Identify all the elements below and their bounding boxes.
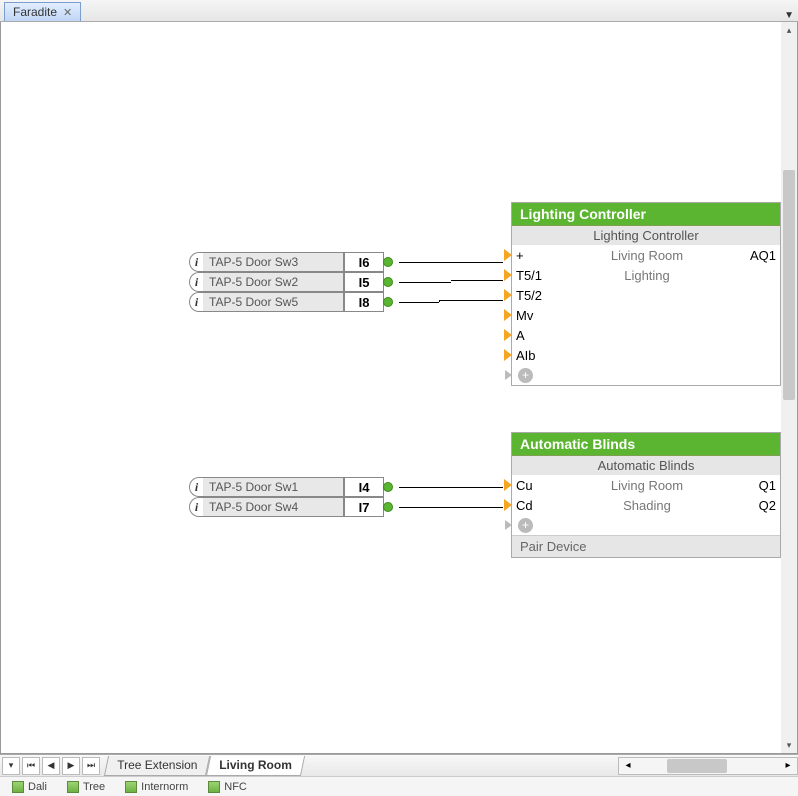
output-dot-icon <box>383 502 393 512</box>
scroll-left-icon[interactable]: ◂ <box>619 760 637 771</box>
nav-last-icon[interactable]: ⏭ <box>82 757 100 775</box>
io-tag-port: I5 <box>344 272 384 292</box>
scroll-up-icon[interactable]: ▴ <box>781 22 797 38</box>
bottom-item-nfc[interactable]: NFC <box>200 780 255 794</box>
block-info: Lighting <box>550 268 744 283</box>
io-tag-port: I4 <box>344 477 384 497</box>
bottom-item-internorm[interactable]: Internorm <box>117 780 196 794</box>
io-tag-port: I7 <box>344 497 384 517</box>
io-tag-port: I8 <box>344 292 384 312</box>
module-icon <box>67 781 79 793</box>
sheet-tab-living-room[interactable]: Living Room <box>206 756 305 776</box>
plus-icon[interactable]: + <box>518 368 533 383</box>
block-subtitle: Automatic Blinds <box>512 456 780 475</box>
diagram-canvas[interactable]: i TAP-5 Door Sw3 I6 i TAP-5 Door Sw2 I5 … <box>1 22 797 753</box>
output-port[interactable]: AQ1 <box>744 248 780 263</box>
io-tag-port: I6 <box>344 252 384 272</box>
wire <box>399 262 503 263</box>
input-port-expand-icon[interactable] <box>505 520 512 530</box>
output-dot-icon <box>383 482 393 492</box>
vertical-scrollbar[interactable]: ▴ ▾ <box>781 22 797 753</box>
nav-first-icon[interactable]: ⏮ <box>22 757 40 775</box>
horizontal-scrollbar[interactable]: ◂ ▸ <box>618 757 798 775</box>
block-title: Lighting Controller <box>512 203 780 226</box>
block-title: Automatic Blinds <box>512 433 780 456</box>
wire <box>399 487 503 488</box>
io-tag[interactable]: i TAP-5 Door Sw4 I7 <box>189 497 393 517</box>
plus-icon[interactable]: + <box>518 518 533 533</box>
nav-prev-icon[interactable]: ◀ <box>42 757 60 775</box>
close-icon[interactable]: ✕ <box>63 6 72 19</box>
io-tag-label: TAP-5 Door Sw2 <box>203 272 343 292</box>
info-icon[interactable]: i <box>189 272 203 292</box>
port-label: AIb <box>510 348 550 363</box>
io-tag-label: TAP-5 Door Sw4 <box>203 497 343 517</box>
port-label: Cu <box>510 478 550 493</box>
info-icon[interactable]: i <box>189 477 203 497</box>
port-label: + <box>510 248 550 263</box>
lighting-controller-block[interactable]: Lighting Controller Lighting Controller … <box>511 202 781 386</box>
io-tag-label: TAP-5 Door Sw5 <box>203 292 343 312</box>
info-icon[interactable]: i <box>189 497 203 517</box>
scroll-right-icon[interactable]: ▸ <box>779 760 797 771</box>
info-icon[interactable]: i <box>189 292 203 312</box>
automatic-blinds-block[interactable]: Automatic Blinds Automatic Blinds Cu Liv… <box>511 432 781 558</box>
port-label: Mv <box>510 308 550 323</box>
port-label: T5/2 <box>510 288 550 303</box>
port-label: T5/1 <box>510 268 550 283</box>
pair-device-button[interactable]: Pair Device <box>512 535 780 557</box>
input-port-expand-icon[interactable] <box>505 370 512 380</box>
block-info: Shading <box>550 498 744 513</box>
io-tag[interactable]: i TAP-5 Door Sw1 I4 <box>189 477 393 497</box>
wire <box>399 302 439 303</box>
scroll-thumb[interactable] <box>667 759 727 773</box>
scroll-down-icon[interactable]: ▾ <box>781 737 797 753</box>
wire <box>399 507 503 508</box>
port-label: A <box>510 328 550 343</box>
nav-next-icon[interactable]: ▶ <box>62 757 80 775</box>
output-dot-icon <box>383 297 393 307</box>
io-tag[interactable]: i TAP-5 Door Sw2 I5 <box>189 272 393 292</box>
bottom-item-tree[interactable]: Tree <box>59 780 113 794</box>
output-port[interactable]: Q2 <box>744 498 780 513</box>
output-dot-icon <box>383 277 393 287</box>
tab-dropdown-icon[interactable]: ▼ <box>784 10 794 21</box>
tab-label: Faradite <box>13 5 57 19</box>
nav-dropdown-icon[interactable]: ▾ <box>2 757 20 775</box>
info-icon[interactable]: i <box>189 252 203 272</box>
wire <box>439 300 503 301</box>
sheet-nav-bar: ▾ ⏮ ◀ ▶ ⏭ Tree Extension Living Room ◂ ▸ <box>0 754 798 776</box>
scroll-thumb[interactable] <box>783 170 795 400</box>
output-port[interactable]: Q1 <box>744 478 780 493</box>
io-tag[interactable]: i TAP-5 Door Sw3 I6 <box>189 252 393 272</box>
block-subtitle: Lighting Controller <box>512 226 780 245</box>
block-info: Living Room <box>550 478 744 493</box>
sheet-tab-tree-extension[interactable]: Tree Extension <box>104 756 211 776</box>
top-tab-bar: Faradite ✕ ▼ <box>0 0 798 22</box>
module-icon <box>12 781 24 793</box>
wire <box>399 282 451 283</box>
canvas-area: i TAP-5 Door Sw3 I6 i TAP-5 Door Sw2 I5 … <box>0 22 798 754</box>
module-icon <box>125 781 137 793</box>
tab-faradite[interactable]: Faradite ✕ <box>4 2 81 21</box>
bottom-item-dali[interactable]: Dali <box>4 780 55 794</box>
io-tag[interactable]: i TAP-5 Door Sw5 I8 <box>189 292 393 312</box>
bottom-icon-bar: Dali Tree Internorm NFC <box>0 776 798 796</box>
port-label: Cd <box>510 498 550 513</box>
wire <box>451 280 503 281</box>
io-tag-label: TAP-5 Door Sw3 <box>203 252 343 272</box>
output-dot-icon <box>383 257 393 267</box>
io-tag-label: TAP-5 Door Sw1 <box>203 477 343 497</box>
module-icon <box>208 781 220 793</box>
block-info: Living Room <box>550 248 744 263</box>
